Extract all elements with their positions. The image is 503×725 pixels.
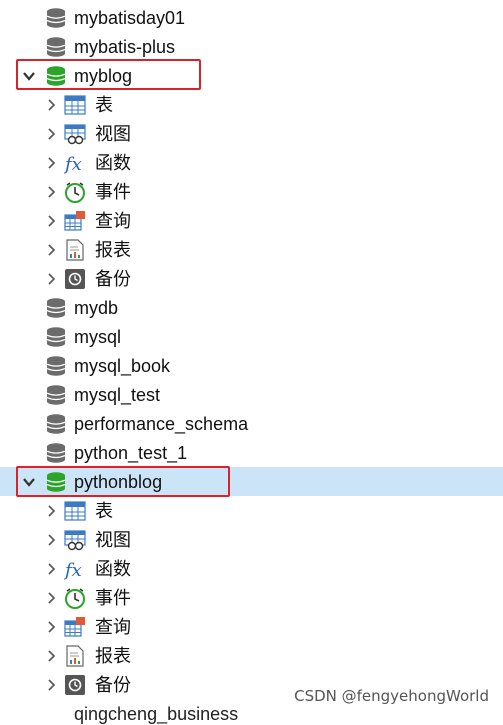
tree-node-tables[interactable]: 表 (0, 496, 503, 525)
db-item-mysql-test[interactable]: mysql_test (0, 380, 503, 409)
chevron-right-icon[interactable] (44, 533, 58, 547)
chevron-right-icon[interactable] (44, 185, 58, 199)
database-icon (45, 442, 67, 464)
tree-node-functions[interactable]: fx 函数 (0, 148, 503, 177)
highlight-box-myblog (16, 59, 201, 90)
db-label: mysql_book (74, 356, 171, 376)
chevron-right-icon[interactable] (44, 214, 58, 228)
navicat-object-tree: mybatisday01 mybatis-plus myblog 表 视图 fx… (0, 0, 503, 699)
svg-text:fx: fx (64, 154, 82, 174)
view-icon (64, 529, 86, 551)
chevron-right-icon[interactable] (44, 504, 58, 518)
svg-text:fx: fx (64, 560, 82, 580)
tree-node-views[interactable]: 视图 (0, 119, 503, 148)
db-item-cutoff: qingcheng_business (74, 704, 239, 724)
node-label: 函数 (95, 559, 131, 579)
tree-node-views[interactable]: 视图 (0, 525, 503, 554)
function-icon: fx (64, 558, 86, 580)
db-item-mybatisday01[interactable]: mybatisday01 (0, 3, 503, 32)
tree-node-queries[interactable]: 查询 (0, 206, 503, 235)
tree-node-functions[interactable]: fx 函数 (0, 554, 503, 583)
query-icon (64, 616, 86, 638)
db-item-python-test-1[interactable]: python_test_1 (0, 438, 503, 467)
backup-icon (64, 268, 86, 290)
event-icon (64, 587, 86, 609)
tree-node-events[interactable]: 事件 (0, 583, 503, 612)
chevron-right-icon[interactable] (44, 98, 58, 112)
report-icon (64, 645, 86, 667)
db-item-mysql-book[interactable]: mysql_book (0, 351, 503, 380)
event-icon (64, 181, 86, 203)
watermark: CSDN @fengyehongWorld (294, 687, 489, 705)
chevron-right-icon[interactable] (44, 562, 58, 576)
node-label: 查询 (95, 211, 131, 231)
db-label: mysql (74, 327, 122, 347)
chevron-right-icon[interactable] (44, 272, 58, 286)
database-icon (45, 326, 67, 348)
db-item-mybatis-plus[interactable]: mybatis-plus (0, 32, 503, 61)
query-icon (64, 210, 86, 232)
database-icon (45, 7, 67, 29)
tree-node-backups[interactable]: 备份 (0, 264, 503, 293)
function-icon: fx (64, 152, 86, 174)
db-label: mysql_test (74, 385, 161, 405)
chevron-right-icon[interactable] (44, 678, 58, 692)
db-label: mybatisday01 (74, 8, 186, 28)
chevron-right-icon[interactable] (44, 591, 58, 605)
node-label: 备份 (95, 269, 131, 289)
db-label: mybatis-plus (74, 37, 176, 57)
view-icon (64, 123, 86, 145)
node-label: 视图 (95, 530, 131, 550)
tree-node-queries[interactable]: 查询 (0, 612, 503, 641)
node-label: 表 (95, 501, 113, 521)
tree-node-tables[interactable]: 表 (0, 90, 503, 119)
db-label: performance_schema (74, 414, 249, 434)
node-label: 视图 (95, 124, 131, 144)
node-label: 函数 (95, 153, 131, 173)
node-label: 事件 (95, 182, 131, 202)
db-label: mydb (74, 298, 119, 318)
database-icon (45, 384, 67, 406)
db-item-mydb[interactable]: mydb (0, 293, 503, 322)
backup-icon (64, 674, 86, 696)
chevron-right-icon[interactable] (44, 156, 58, 170)
chevron-right-icon[interactable] (44, 243, 58, 257)
database-icon (45, 36, 67, 58)
tree-node-reports[interactable]: 报表 (0, 235, 503, 264)
database-icon (45, 413, 67, 435)
table-icon (64, 500, 86, 522)
node-label: 事件 (95, 588, 131, 608)
report-icon (64, 239, 86, 261)
node-label: 报表 (95, 646, 131, 666)
chevron-right-icon[interactable] (44, 127, 58, 141)
node-label: 报表 (95, 240, 131, 260)
table-icon (64, 94, 86, 116)
tree-node-events[interactable]: 事件 (0, 177, 503, 206)
node-label: 表 (95, 95, 113, 115)
node-label: 备份 (95, 675, 131, 695)
chevron-right-icon[interactable] (44, 620, 58, 634)
db-item-mysql[interactable]: mysql (0, 322, 503, 351)
database-icon (45, 355, 67, 377)
node-label: 查询 (95, 617, 131, 637)
database-icon (45, 297, 67, 319)
db-label: python_test_1 (74, 443, 188, 463)
db-item-performance-schema[interactable]: performance_schema (0, 409, 503, 438)
chevron-right-icon[interactable] (44, 649, 58, 663)
tree-node-reports[interactable]: 报表 (0, 641, 503, 670)
highlight-box-pythonblog (16, 466, 230, 497)
